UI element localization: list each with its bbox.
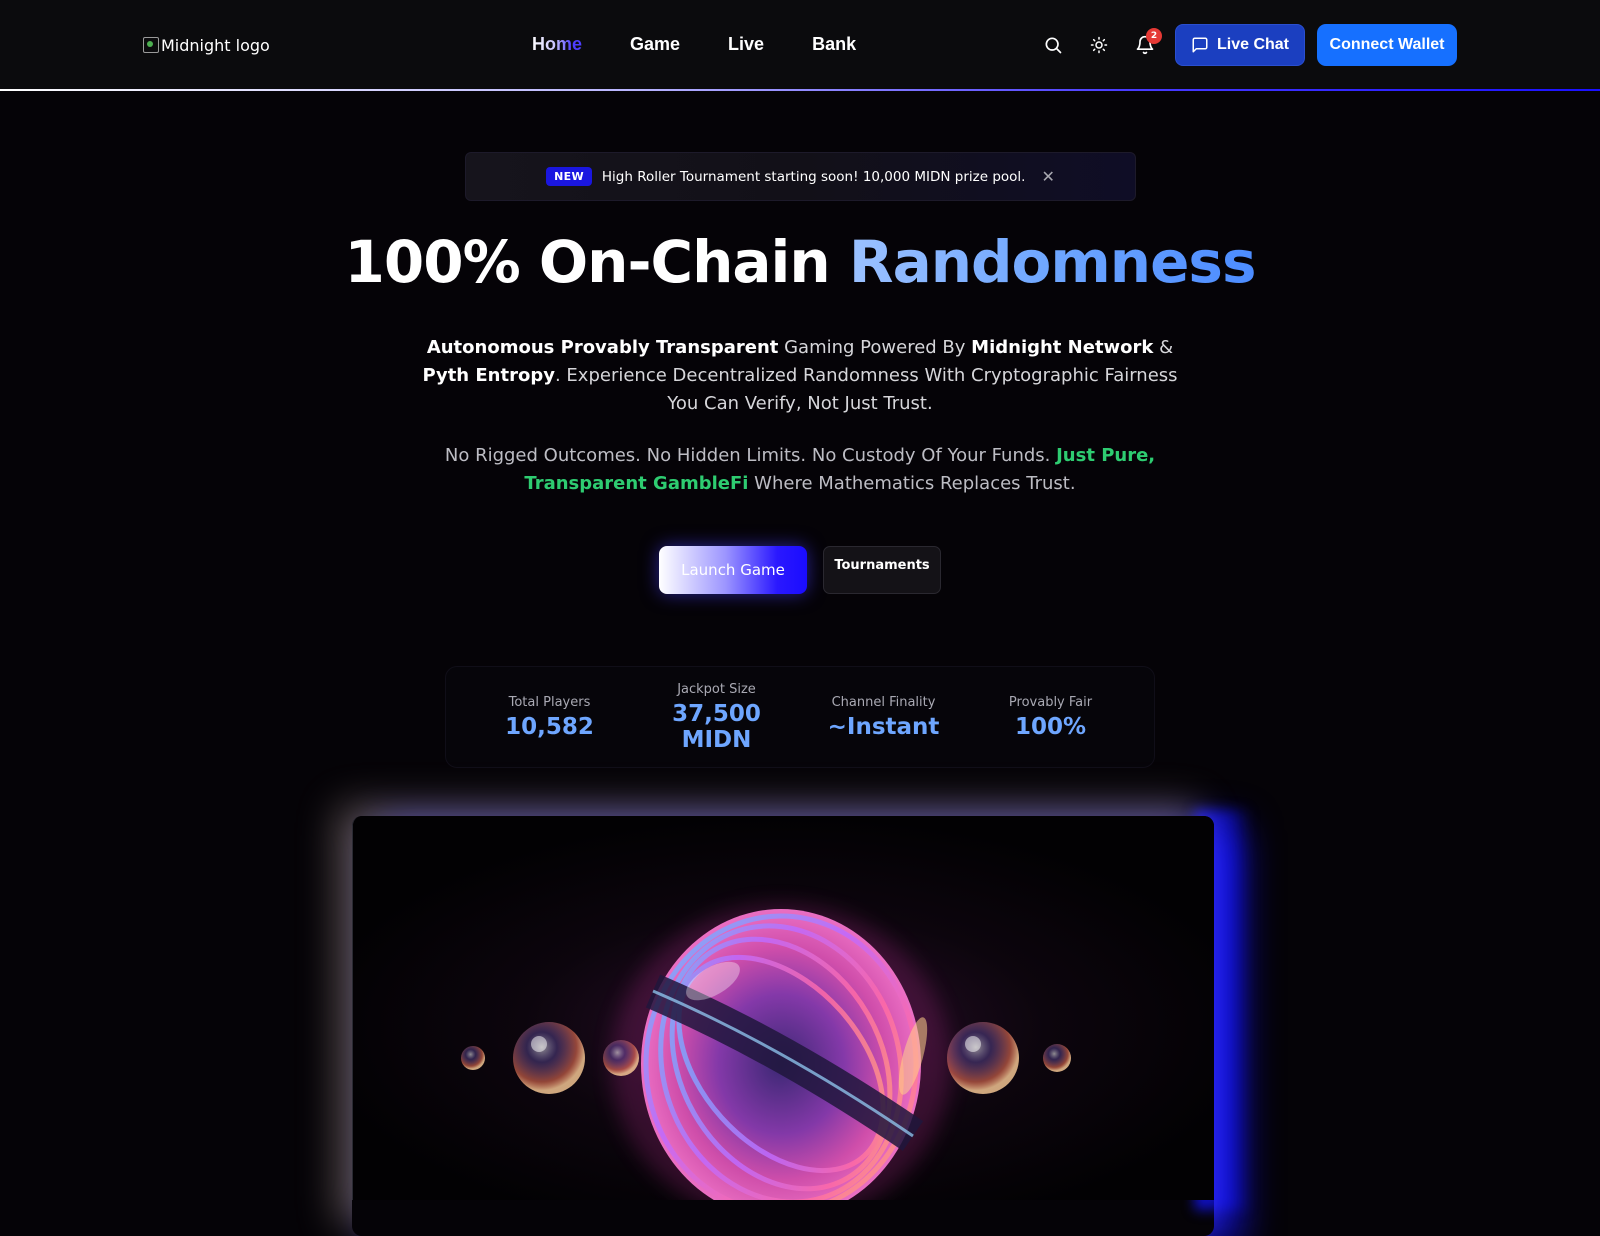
search-icon [1045, 37, 1062, 54]
announcement-text: High Roller Tournament starting soon! 10… [601, 168, 1026, 185]
announcement-banner: NEW High Roller Tournament starting soon… [465, 152, 1136, 201]
hero-title-accent: Randomness [848, 228, 1257, 296]
live-chat-button[interactable]: Live Chat [1175, 24, 1305, 66]
tagline-plain: No Rigged Outcomes. No Hidden Limits. No… [444, 445, 1057, 466]
sun-icon [1090, 36, 1108, 54]
chat-icon [1192, 37, 1208, 53]
header-divider [0, 89, 1600, 91]
stat-value: ~Instant [827, 713, 940, 740]
desc-part: & [1153, 337, 1174, 358]
main-nav: Home Game Live Bank [532, 30, 904, 59]
nav-bank[interactable]: Bank [812, 30, 856, 59]
search-button[interactable] [1038, 30, 1068, 60]
stat-value: 37,500 MIDN [672, 700, 761, 753]
stat-value: 10,582 [505, 713, 594, 740]
nav-live[interactable]: Live [728, 30, 764, 59]
tournaments-button[interactable]: Tournaments [823, 546, 941, 594]
logo-alt-text: Midnight logo [161, 35, 270, 55]
nav-home[interactable]: Home [532, 30, 582, 59]
hero-title: 100% On-Chain Randomness [0, 228, 1600, 296]
close-icon[interactable]: ✕ [1041, 167, 1054, 186]
nav-game[interactable]: Game [630, 30, 680, 59]
hero-description: Autonomous Provably Transparent Gaming P… [420, 334, 1180, 418]
new-badge: NEW [546, 167, 592, 186]
top-navbar: Midnight logo Home Game Live Bank 2 Live… [0, 0, 1600, 90]
hero-title-plain: 100% On-Chain [344, 228, 849, 296]
broken-image-icon [143, 37, 159, 53]
notification-badge: 2 [1146, 28, 1162, 44]
notifications-button[interactable]: 2 [1130, 28, 1162, 60]
stat-total-players: Total Players 10,582 [470, 695, 630, 740]
desc-part: Midnight Network [971, 337, 1154, 358]
stat-label: Provably Fair [1008, 694, 1093, 710]
theme-toggle-button[interactable] [1084, 30, 1114, 60]
stat-provably-fair: Provably Fair 100% [971, 695, 1131, 740]
live-chat-label: Live Chat [1216, 36, 1289, 53]
tagline-end: Where Mathematics Replaces Trust. [748, 473, 1076, 494]
desc-part: Gaming Powered By [778, 337, 972, 358]
desc-part: Autonomous Provably Transparent [426, 337, 779, 358]
desc-part: . Experience Decentralized Randomness Wi… [554, 365, 1178, 414]
hero-showcase-image [352, 816, 1214, 1200]
connect-wallet-button[interactable]: Connect Wallet [1317, 24, 1457, 66]
stat-jackpot-size: Jackpot Size 37,500 MIDN [637, 682, 797, 753]
hero-tagline: No Rigged Outcomes. No Hidden Limits. No… [420, 442, 1180, 498]
glass-orb-illustration [353, 816, 1214, 1200]
stats-panel: Total Players 10,582 Jackpot Size 37,500… [445, 666, 1155, 768]
logo[interactable]: Midnight logo [143, 33, 270, 57]
stat-label: Jackpot Size [677, 681, 756, 697]
desc-part: Pyth Entropy [422, 365, 555, 386]
launch-game-button[interactable]: Launch Game [659, 546, 807, 594]
stat-channel-finality: Channel Finality ~Instant [804, 695, 964, 740]
stat-value: 100% [1014, 713, 1087, 740]
stat-label: Channel Finality [831, 694, 936, 710]
stat-label: Total Players [508, 694, 591, 710]
